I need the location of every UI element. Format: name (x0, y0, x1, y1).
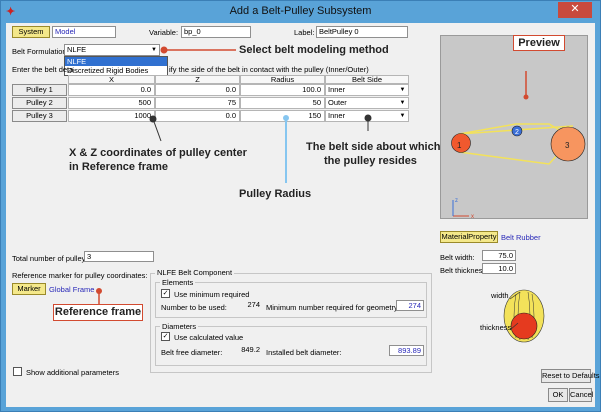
ok-button[interactable]: OK (548, 388, 568, 402)
callout-pointers (149, 114, 372, 183)
diameters-group-title: Diameters (160, 322, 199, 331)
show-additional-checkbox[interactable] (13, 367, 22, 376)
close-button[interactable]: ✕ (558, 2, 592, 18)
reset-defaults-button[interactable]: Reset to Defaults (541, 369, 600, 383)
marker-button[interactable]: Marker (12, 283, 46, 295)
total-pulleys-field[interactable]: 3 (84, 251, 154, 262)
diagram-thickness-label: thickness (480, 323, 512, 332)
use-calculated-checkbox[interactable]: ✓ (161, 332, 170, 341)
preview-diagram: 1 2 3 z x (451, 71, 586, 220)
nlfe-group-title: NLFE Belt Component (155, 268, 235, 277)
free-diameter-label: Belt free diameter: (161, 348, 223, 357)
axis-x-label: x (471, 214, 474, 220)
min-required-value: 274 (396, 300, 424, 311)
callout-reference-frame: Reference frame (53, 304, 143, 321)
total-pulleys-label: Total number of pulleys: (12, 254, 92, 263)
pulley-3-label: 3 (565, 141, 570, 150)
use-minimum-checkbox[interactable]: ✓ (161, 289, 170, 298)
elements-group-title: Elements (160, 278, 196, 287)
diameters-group (155, 326, 427, 366)
diagram-width-label: width (491, 291, 509, 300)
show-additional-label: Show additional parameters (26, 368, 119, 377)
marker-value: Global Frame (49, 285, 95, 294)
use-minimum-label: Use minimum required (174, 290, 250, 299)
title-bar: ✦ Add a Belt-Pulley Subsystem ✕ (1, 1, 600, 23)
belt-width-field[interactable]: 75.0 (482, 250, 516, 261)
min-required-label: Minimum number required for geometry: (266, 303, 400, 312)
use-calculated-label: Use calculated value (174, 333, 244, 342)
number-used-label: Number to be used: (161, 303, 227, 312)
callout-belt-side-line2: the pulley resides (324, 155, 417, 167)
elements-group (155, 282, 427, 318)
callout-belt-side-line1: The belt side about which (306, 141, 441, 153)
pulley-1-label: 1 (457, 141, 462, 150)
cancel-button[interactable]: Cancel (569, 388, 593, 402)
belt-thickness-field[interactable]: 10.0 (482, 263, 516, 274)
callout-xz-line1: X & Z coordinates of pulley center (69, 147, 247, 159)
dialog-window: ✦ Add a Belt-Pulley Subsystem ✕ System M… (0, 0, 601, 412)
material-value: Belt Rubber (501, 233, 541, 242)
belt-width-label: Belt width: (440, 253, 475, 262)
free-diameter-value: 849.2 (241, 345, 260, 354)
reference-marker-label: Reference marker for pulley coordinates: (12, 271, 148, 280)
material-property-button[interactable]: MaterialProperty (440, 231, 498, 243)
pulley-2-label: 2 (515, 129, 519, 136)
axis-z-label: z (455, 198, 458, 204)
installed-diameter-label: Installed belt diameter: (266, 348, 342, 357)
number-used-value: 274 (247, 300, 260, 309)
dialog-client-area: System Model Variable: bp_0 Label: BeltP… (6, 23, 600, 407)
callout-xz-line2: in Reference frame (69, 161, 169, 173)
callout-pulley-radius: Pulley Radius (239, 188, 312, 200)
preview-panel: 1 2 3 z x (440, 35, 588, 220)
installed-diameter-value: 893.89 (389, 345, 424, 356)
window-title: Add a Belt-Pulley Subsystem (229, 5, 372, 17)
callout-preview: Preview (513, 35, 565, 51)
